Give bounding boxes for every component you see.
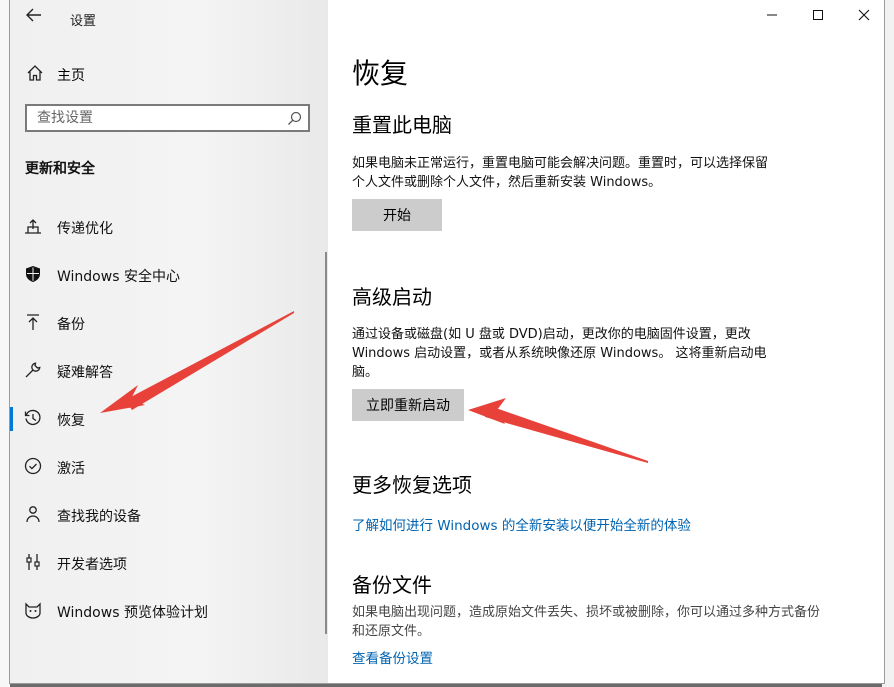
title-bar-left: 设置 [10, 0, 328, 34]
more-recovery-heading: 更多恢复选项 [352, 473, 472, 497]
developer-sliders-icon [26, 554, 40, 570]
reset-description-line: 如果电脑未正常运行，重置电脑可能会解决问题。重置时，可以选择保留 [352, 156, 769, 171]
sidebar-item-backup[interactable]: 备份 [10, 303, 328, 343]
search-icon[interactable] [287, 111, 302, 126]
backup-arrow-icon [27, 314, 39, 330]
sidebar-item-windows-security[interactable]: Windows 安全中心 [10, 255, 328, 295]
close-button[interactable] [844, 6, 884, 28]
sidebar-item-developer-options[interactable]: 开发者选项 [10, 543, 328, 583]
backup-description-line: 如果电脑出现问题，造成原始文件丢失、损坏或被删除，你可以通过多种方式备份 [352, 605, 821, 620]
page-title: 恢复 [352, 57, 409, 90]
advanced-description-line: 通过设备或磁盘(如 U 盘或 DVD)启动，更改你的电脑固件设置，更改 [352, 327, 751, 342]
restart-now-button[interactable]: 立即重新启动 [352, 389, 464, 421]
sidebar-item-label: Windows 安全中心 [57, 269, 180, 285]
backup-files-heading: 备份文件 [352, 573, 432, 597]
app-title: 设置 [70, 14, 97, 29]
reset-heading: 重置此电脑 [352, 113, 452, 137]
sidebar-item-recovery[interactable]: 恢复 [10, 399, 328, 439]
search-box[interactable] [25, 104, 310, 132]
sidebar-item-label: 激活 [57, 461, 85, 477]
history-clock-icon [24, 409, 41, 426]
sidebar: 设置 主页 更新和安全 传递优化 Windows 安全中心 备份 疑难解答 [10, 0, 328, 683]
sidebar-item-label: 主页 [57, 68, 85, 84]
backup-description: 如果电脑出现问题，造成原始文件丢失、损坏或被删除，你可以通过多种方式备份 和还原… [352, 603, 872, 641]
backup-description-line: 和还原文件。 [352, 624, 431, 639]
sidebar-item-find-my-device[interactable]: 查找我的设备 [10, 495, 328, 535]
advanced-description-line: Windows 启动设置，或者从系统映像还原 Windows。 这将重新启动电 [352, 346, 767, 361]
shield-icon [26, 266, 40, 282]
maximize-icon [813, 10, 823, 20]
sidebar-item-label: Windows 预览体验计划 [57, 605, 208, 621]
home-icon [27, 65, 43, 81]
advanced-description-line: 脑。 [352, 365, 379, 380]
maximize-button[interactable] [798, 6, 838, 28]
fresh-install-link[interactable]: 了解如何进行 Windows 的全新安装以便开始全新的体验 [352, 514, 691, 534]
check-circle-icon [24, 457, 42, 475]
reset-description-line: 个人文件或删除个人文件，然后重新安装 Windows。 [352, 175, 662, 190]
reset-description: 如果电脑未正常运行，重置电脑可能会解决问题。重置时，可以选择保留 个人文件或删除… [352, 154, 822, 192]
sidebar-item-home[interactable]: 主页 [10, 58, 328, 90]
person-pin-icon [26, 506, 40, 523]
sidebar-item-troubleshoot[interactable]: 疑难解答 [10, 351, 328, 391]
close-icon [858, 9, 870, 21]
search-input[interactable] [27, 106, 277, 130]
backup-settings-link[interactable]: 查看备份设置 [352, 647, 433, 667]
back-arrow-icon [26, 8, 41, 22]
reset-start-button[interactable]: 开始 [352, 199, 442, 231]
active-indicator [10, 407, 13, 431]
section-heading: 更新和安全 [25, 161, 95, 177]
sidebar-item-activation[interactable]: 激活 [10, 447, 328, 487]
settings-window: 设置 主页 更新和安全 传递优化 Windows 安全中心 备份 疑难解答 [9, 0, 885, 684]
sidebar-item-label: 传递优化 [57, 221, 113, 237]
minimize-icon [767, 14, 777, 16]
sidebar-item-label: 备份 [57, 317, 85, 333]
sidebar-item-label: 查找我的设备 [57, 509, 141, 525]
insider-cat-icon [25, 602, 41, 619]
sidebar-item-windows-insider[interactable]: Windows 预览体验计划 [10, 591, 328, 631]
wrench-icon [25, 362, 41, 378]
sidebar-item-label: 恢复 [57, 413, 85, 429]
sidebar-scrollbar[interactable] [325, 252, 327, 634]
delivery-upload-icon [25, 219, 41, 234]
sidebar-item-label: 疑难解答 [57, 365, 113, 381]
main-content: 恢复 重置此电脑 如果电脑未正常运行，重置电脑可能会解决问题。重置时，可以选择保… [328, 0, 884, 683]
sidebar-item-delivery-optimization[interactable]: 传递优化 [10, 207, 328, 247]
sidebar-item-label: 开发者选项 [57, 557, 127, 573]
advanced-startup-description: 通过设备或磁盘(如 U 盘或 DVD)启动，更改你的电脑固件设置，更改 Wind… [352, 325, 822, 382]
back-button[interactable] [24, 8, 44, 26]
minimize-button[interactable] [752, 6, 792, 28]
advanced-startup-heading: 高级启动 [352, 285, 432, 309]
